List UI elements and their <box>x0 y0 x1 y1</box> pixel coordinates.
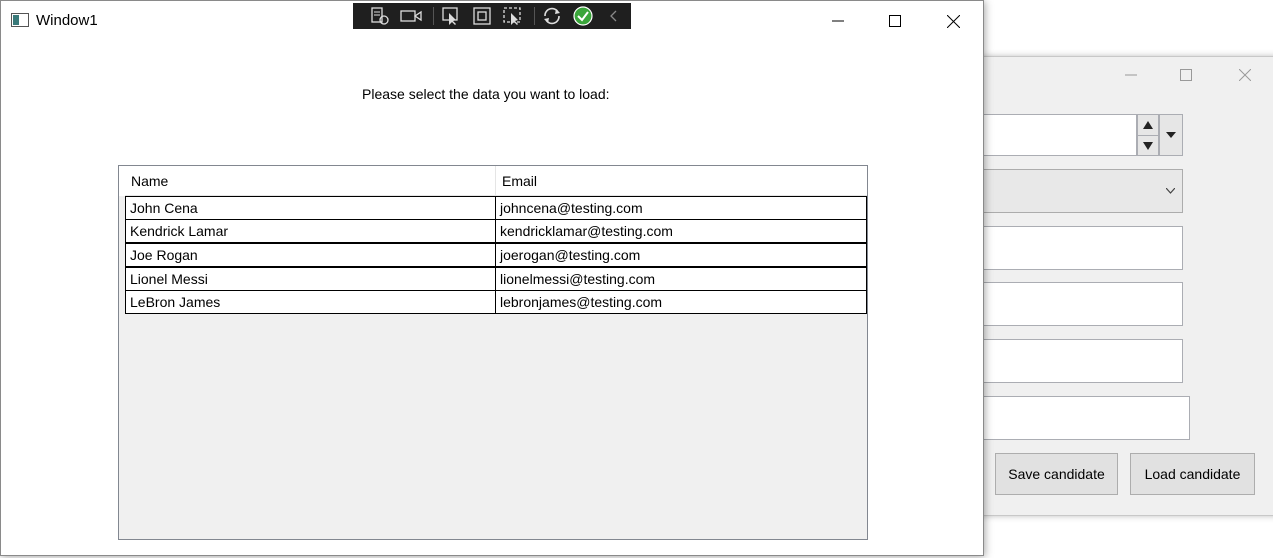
cell-name[interactable]: Kendrick Lamar <box>125 219 496 243</box>
maximize-button[interactable] <box>880 9 910 33</box>
grid-header: Name Email <box>119 166 867 196</box>
table-row[interactable]: John Cena johncena@testing.com <box>125 196 867 220</box>
table-row[interactable]: LeBron James lebronjames@testing.com <box>125 290 867 314</box>
cell-name[interactable]: Joe Rogan <box>125 243 496 267</box>
text-field-4[interactable] <box>961 396 1190 440</box>
arrow-down-icon <box>1143 142 1153 150</box>
toolbar-separator <box>533 7 535 25</box>
spinner-dropdown-button[interactable] <box>1159 114 1183 156</box>
text-field-2[interactable] <box>961 282 1183 326</box>
cell-email[interactable]: johncena@testing.com <box>496 196 867 220</box>
background-window: Save candidate Load candidate <box>960 56 1273 516</box>
minimize-icon <box>1125 74 1137 76</box>
record-icon[interactable] <box>398 5 425 27</box>
close-button[interactable] <box>1233 65 1257 85</box>
debug-toolbar <box>353 3 631 29</box>
text-field-1[interactable] <box>961 226 1183 270</box>
maximize-icon <box>1180 69 1192 81</box>
cell-name[interactable]: Lionel Messi <box>125 267 496 291</box>
cell-email[interactable]: joerogan@testing.com <box>496 243 867 267</box>
close-icon <box>1239 69 1251 81</box>
minimize-icon <box>832 20 844 22</box>
collapse-icon[interactable] <box>600 5 627 27</box>
cell-email[interactable]: kendricklamar@testing.com <box>496 219 867 243</box>
table-row[interactable]: Kendrick Lamar kendricklamar@testing.com <box>125 219 867 243</box>
cell-email[interactable]: lionelmessi@testing.com <box>496 267 867 291</box>
numeric-spinner <box>1137 114 1159 156</box>
display-layout-adorners-icon[interactable] <box>468 5 495 27</box>
spin-down-button[interactable] <box>1138 136 1158 156</box>
table-row[interactable]: Joe Rogan joerogan@testing.com <box>125 243 867 267</box>
hot-reload-icon[interactable] <box>539 5 566 27</box>
close-button[interactable] <box>938 9 968 33</box>
prompt-label: Please select the data you want to load: <box>362 86 610 102</box>
binding-ok-icon[interactable] <box>570 5 597 27</box>
save-candidate-button[interactable]: Save candidate <box>995 453 1118 495</box>
track-focus-icon[interactable] <box>499 5 526 27</box>
app-icon <box>11 13 29 27</box>
window-title: Window1 <box>36 12 98 29</box>
chevron-down-icon <box>1164 184 1176 198</box>
text-field-3[interactable] <box>961 339 1183 383</box>
cell-email[interactable]: lebronjames@testing.com <box>496 290 867 314</box>
column-header-email[interactable]: Email <box>496 166 867 196</box>
minimize-button[interactable] <box>823 9 853 33</box>
spin-up-button[interactable] <box>1138 115 1158 136</box>
maximize-button[interactable] <box>1174 65 1198 85</box>
load-candidate-button[interactable]: Load candidate <box>1130 453 1255 495</box>
maximize-icon <box>889 15 901 27</box>
cell-name[interactable]: LeBron James <box>125 290 496 314</box>
table-row[interactable]: Lionel Messi lionelmessi@testing.com <box>125 267 867 291</box>
visual-tree-icon[interactable] <box>367 5 394 27</box>
data-grid[interactable]: Name Email John Cena johncena@testing.co… <box>118 165 868 540</box>
select-element-icon[interactable] <box>437 5 464 27</box>
minimize-button[interactable] <box>1119 65 1143 85</box>
column-header-name[interactable]: Name <box>125 166 496 196</box>
cell-name[interactable]: John Cena <box>125 196 496 220</box>
title-bar: Window1 <box>1 1 983 41</box>
toolbar-separator <box>432 7 434 25</box>
main-window: Window1 Please select the data you want … <box>0 0 984 556</box>
numeric-input[interactable] <box>961 114 1137 156</box>
arrow-up-icon <box>1143 121 1153 129</box>
combobox[interactable] <box>961 169 1183 213</box>
close-icon <box>946 14 960 28</box>
chevron-down-icon <box>1166 132 1176 138</box>
